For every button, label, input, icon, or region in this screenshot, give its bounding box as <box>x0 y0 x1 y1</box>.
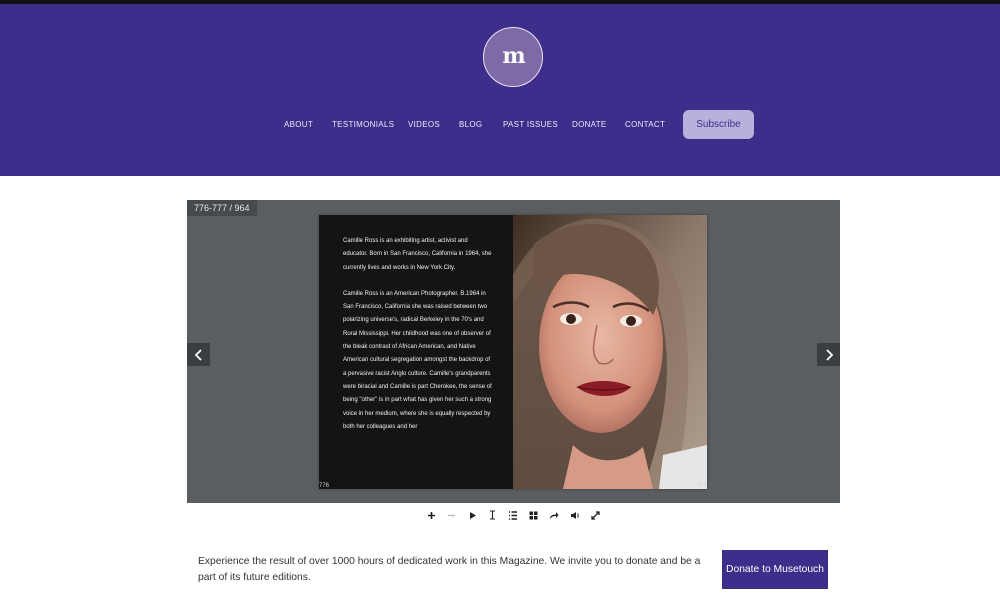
page-number-left: 776 <box>319 483 330 489</box>
nav-about[interactable]: ABOUT <box>284 120 313 129</box>
page-text: Camille Ross is an exhibiting artist, ac… <box>343 235 493 447</box>
fullscreen-icon <box>591 510 600 520</box>
play-icon <box>469 511 476 519</box>
chevron-left-icon <box>194 348 202 361</box>
page-left[interactable]: Camille Ross is an exhibiting artist, ac… <box>319 215 513 489</box>
zoom-out-button[interactable] <box>442 508 463 522</box>
site-logo[interactable]: m <box>483 27 543 87</box>
donate-button[interactable]: Donate to Musetouch <box>722 550 828 589</box>
autoplay-button[interactable] <box>462 508 483 522</box>
table-of-contents-icon <box>509 510 518 520</box>
zoom-in-button[interactable] <box>421 508 442 522</box>
share-icon <box>550 511 559 519</box>
logo-mark: m <box>502 43 525 69</box>
page-right[interactable]: 777 <box>513 215 707 489</box>
table-of-contents-button[interactable] <box>503 508 524 522</box>
page-counter: 776-777 / 964 <box>187 200 257 216</box>
nav-blog[interactable]: BLOG <box>459 120 482 129</box>
thumbnails-button[interactable] <box>524 508 545 522</box>
fullscreen-button[interactable] <box>585 508 606 522</box>
text-select-button[interactable] <box>483 508 504 522</box>
share-button[interactable] <box>544 508 565 522</box>
text-cursor-icon <box>490 510 496 520</box>
flipbook-viewer: 776-777 / 964 Camille Ross is an exhibit… <box>187 200 840 503</box>
portrait-photo <box>513 215 707 489</box>
zoom-in-icon <box>427 511 435 519</box>
chevron-right-icon <box>825 348 833 361</box>
thumbnails-icon <box>529 511 538 519</box>
previous-page-button[interactable] <box>187 343 210 366</box>
subscribe-button[interactable]: Subscribe <box>683 110 754 139</box>
zoom-out-icon <box>448 514 456 516</box>
nav-past-issues[interactable]: PAST ISSUES <box>503 120 558 129</box>
book-spread: Camille Ross is an exhibiting artist, ac… <box>319 215 707 489</box>
viewer-toolbar <box>421 508 606 522</box>
nav-testimonials[interactable]: TESTIMONIALS <box>332 120 394 129</box>
sound-button[interactable] <box>565 508 586 522</box>
nav-videos[interactable]: VIDEOS <box>408 120 440 129</box>
next-page-button[interactable] <box>817 343 840 366</box>
nav-donate[interactable]: DONATE <box>572 120 607 129</box>
nav-contact[interactable]: CONTACT <box>625 120 665 129</box>
magazine-promo-text: Experience the result of over 1000 hours… <box>198 556 701 583</box>
bio-paragraph-1: Camille Ross is an exhibiting artist, ac… <box>343 238 492 271</box>
sound-icon <box>570 511 579 519</box>
bio-paragraph-2: Camille Ross is an American Photographer… <box>343 290 492 430</box>
site-header: m ABOUT TESTIMONIALS VIDEOS BLOG PAST IS… <box>0 4 1000 176</box>
page-number-right: 777 <box>696 483 707 489</box>
